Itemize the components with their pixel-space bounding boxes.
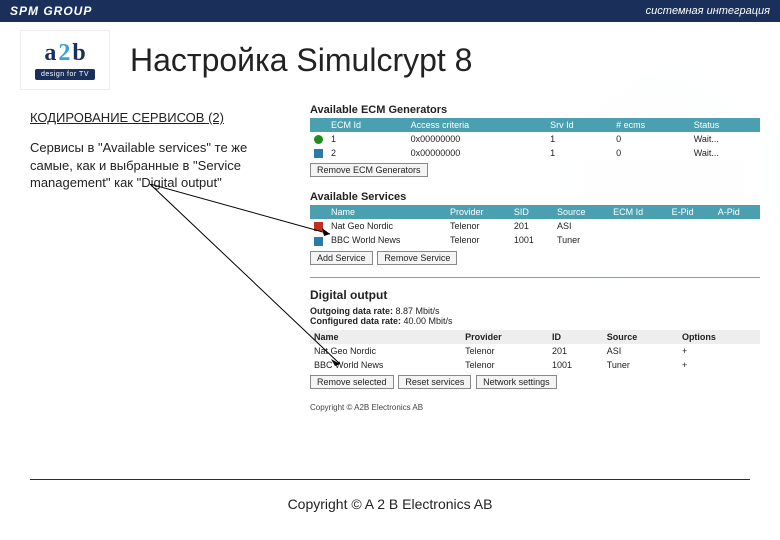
cell: Name [310, 330, 461, 344]
add-service-button[interactable]: Add Service [310, 251, 373, 265]
logo-a: a [44, 40, 56, 67]
cell: BBC World News [327, 233, 446, 247]
description-column: КОДИРОВАНИЕ СЕРВИСОВ (2) Сервисы в "Avai… [30, 104, 290, 412]
cell: 1001 [548, 358, 603, 372]
logo-2: 2 [58, 40, 70, 67]
cell: ECM Id [609, 205, 667, 219]
cell: Tuner [553, 233, 609, 247]
rate2-label: Configured data rate: [310, 316, 401, 326]
cell: Provider [446, 205, 510, 219]
out-header-row: Name Provider ID Source Options [310, 330, 760, 344]
cell: Nat Geo Nordic [310, 344, 461, 358]
digital-output-title: Digital output [310, 288, 760, 302]
cell: 1 [546, 146, 612, 160]
remove-ecm-button[interactable]: Remove ECM Generators [310, 163, 428, 177]
cell: 0 [612, 146, 690, 160]
status-icon [314, 222, 323, 231]
ecm-h1: ECM Id [327, 118, 407, 132]
cell: 0x00000000 [407, 132, 546, 146]
cell: 0x00000000 [407, 146, 546, 160]
cell: Provider [461, 330, 548, 344]
section-body: Сервисы в "Available services" те же сам… [30, 139, 290, 192]
serv-row-1[interactable]: Nat Geo Nordic Telenor 201 ASI [310, 219, 760, 233]
remove-selected-button[interactable]: Remove selected [310, 375, 394, 389]
ecm-h3: Srv Id [546, 118, 612, 132]
serv-row-2[interactable]: BBC World News Telenor 1001 Tuner [310, 233, 760, 247]
ecm-row-1[interactable]: 1 0x00000000 1 0 Wait... [310, 132, 760, 146]
cell: 2 [327, 146, 407, 160]
rate1-label: Outgoing data rate: [310, 306, 393, 316]
config-panel: Available ECM Generators ECM Id Access c… [310, 104, 760, 412]
ecm-h5: Status [690, 118, 760, 132]
cell: 1001 [510, 233, 553, 247]
cell: + [678, 358, 760, 372]
ecm-row-2[interactable]: 2 0x00000000 1 0 Wait... [310, 146, 760, 160]
cell: Wait... [690, 132, 760, 146]
cell: 201 [510, 219, 553, 233]
cell: Telenor [446, 219, 510, 233]
services-title: Available Services [310, 191, 760, 203]
page-title: Настройка Simulcrypt 8 [130, 42, 472, 79]
footer-copyright: Copyright © A 2 B Electronics AB [0, 496, 780, 512]
cell: 201 [548, 344, 603, 358]
cell: Telenor [461, 344, 548, 358]
cell: Wait... [690, 146, 760, 160]
cell: E-Pid [668, 205, 714, 219]
cell: A-Pid [714, 205, 760, 219]
cell: Source [553, 205, 609, 219]
status-icon [314, 149, 323, 158]
cell: Options [678, 330, 760, 344]
cell: Tuner [603, 358, 678, 372]
remove-service-button[interactable]: Remove Service [377, 251, 457, 265]
reset-services-button[interactable]: Reset services [398, 375, 471, 389]
ecm-h2: Access criteria [407, 118, 546, 132]
cell: Nat Geo Nordic [327, 219, 446, 233]
a2b-logo: a2b design for TV [20, 30, 110, 90]
cell: ID [548, 330, 603, 344]
out-row-2[interactable]: BBC World News Telenor 1001 Tuner + [310, 358, 760, 372]
section-subtitle: КОДИРОВАНИЕ СЕРВИСОВ (2) [30, 110, 290, 125]
header-row: a2b design for TV Настройка Simulcrypt 8 [0, 22, 780, 94]
footer-divider [30, 479, 750, 480]
cell: Source [603, 330, 678, 344]
ecm-h4: # ecms [612, 118, 690, 132]
logo-tagline: design for TV [35, 69, 95, 80]
cell: SID [510, 205, 553, 219]
rate2-value: 40.00 Mbit/s [404, 316, 453, 326]
cell: + [678, 344, 760, 358]
out-row-1[interactable]: Nat Geo Nordic Telenor 201 ASI + [310, 344, 760, 358]
cell: 1 [327, 132, 407, 146]
cell: Telenor [461, 358, 548, 372]
cell: ASI [603, 344, 678, 358]
rate1-value: 8.87 Mbit/s [396, 306, 440, 316]
cell: Telenor [446, 233, 510, 247]
status-icon [314, 135, 323, 144]
ecm-title: Available ECM Generators [310, 104, 760, 116]
cell: BBC World News [310, 358, 461, 372]
tagline-text: системная интеграция [646, 5, 770, 17]
top-bar: SPM GROUP системная интеграция [0, 0, 780, 22]
panel-copyright: Copyright © A2B Electronics AB [310, 403, 760, 412]
network-settings-button[interactable]: Network settings [476, 375, 557, 389]
ecm-header-row: ECM Id Access criteria Srv Id # ecms Sta… [310, 118, 760, 132]
cell: 1 [546, 132, 612, 146]
cell: ASI [553, 219, 609, 233]
logo-b: b [72, 40, 85, 67]
brand-text: SPM GROUP [10, 4, 92, 18]
serv-header-row: Name Provider SID Source ECM Id E-Pid A-… [310, 205, 760, 219]
cell: Name [327, 205, 446, 219]
cell: 0 [612, 132, 690, 146]
status-icon [314, 237, 323, 246]
